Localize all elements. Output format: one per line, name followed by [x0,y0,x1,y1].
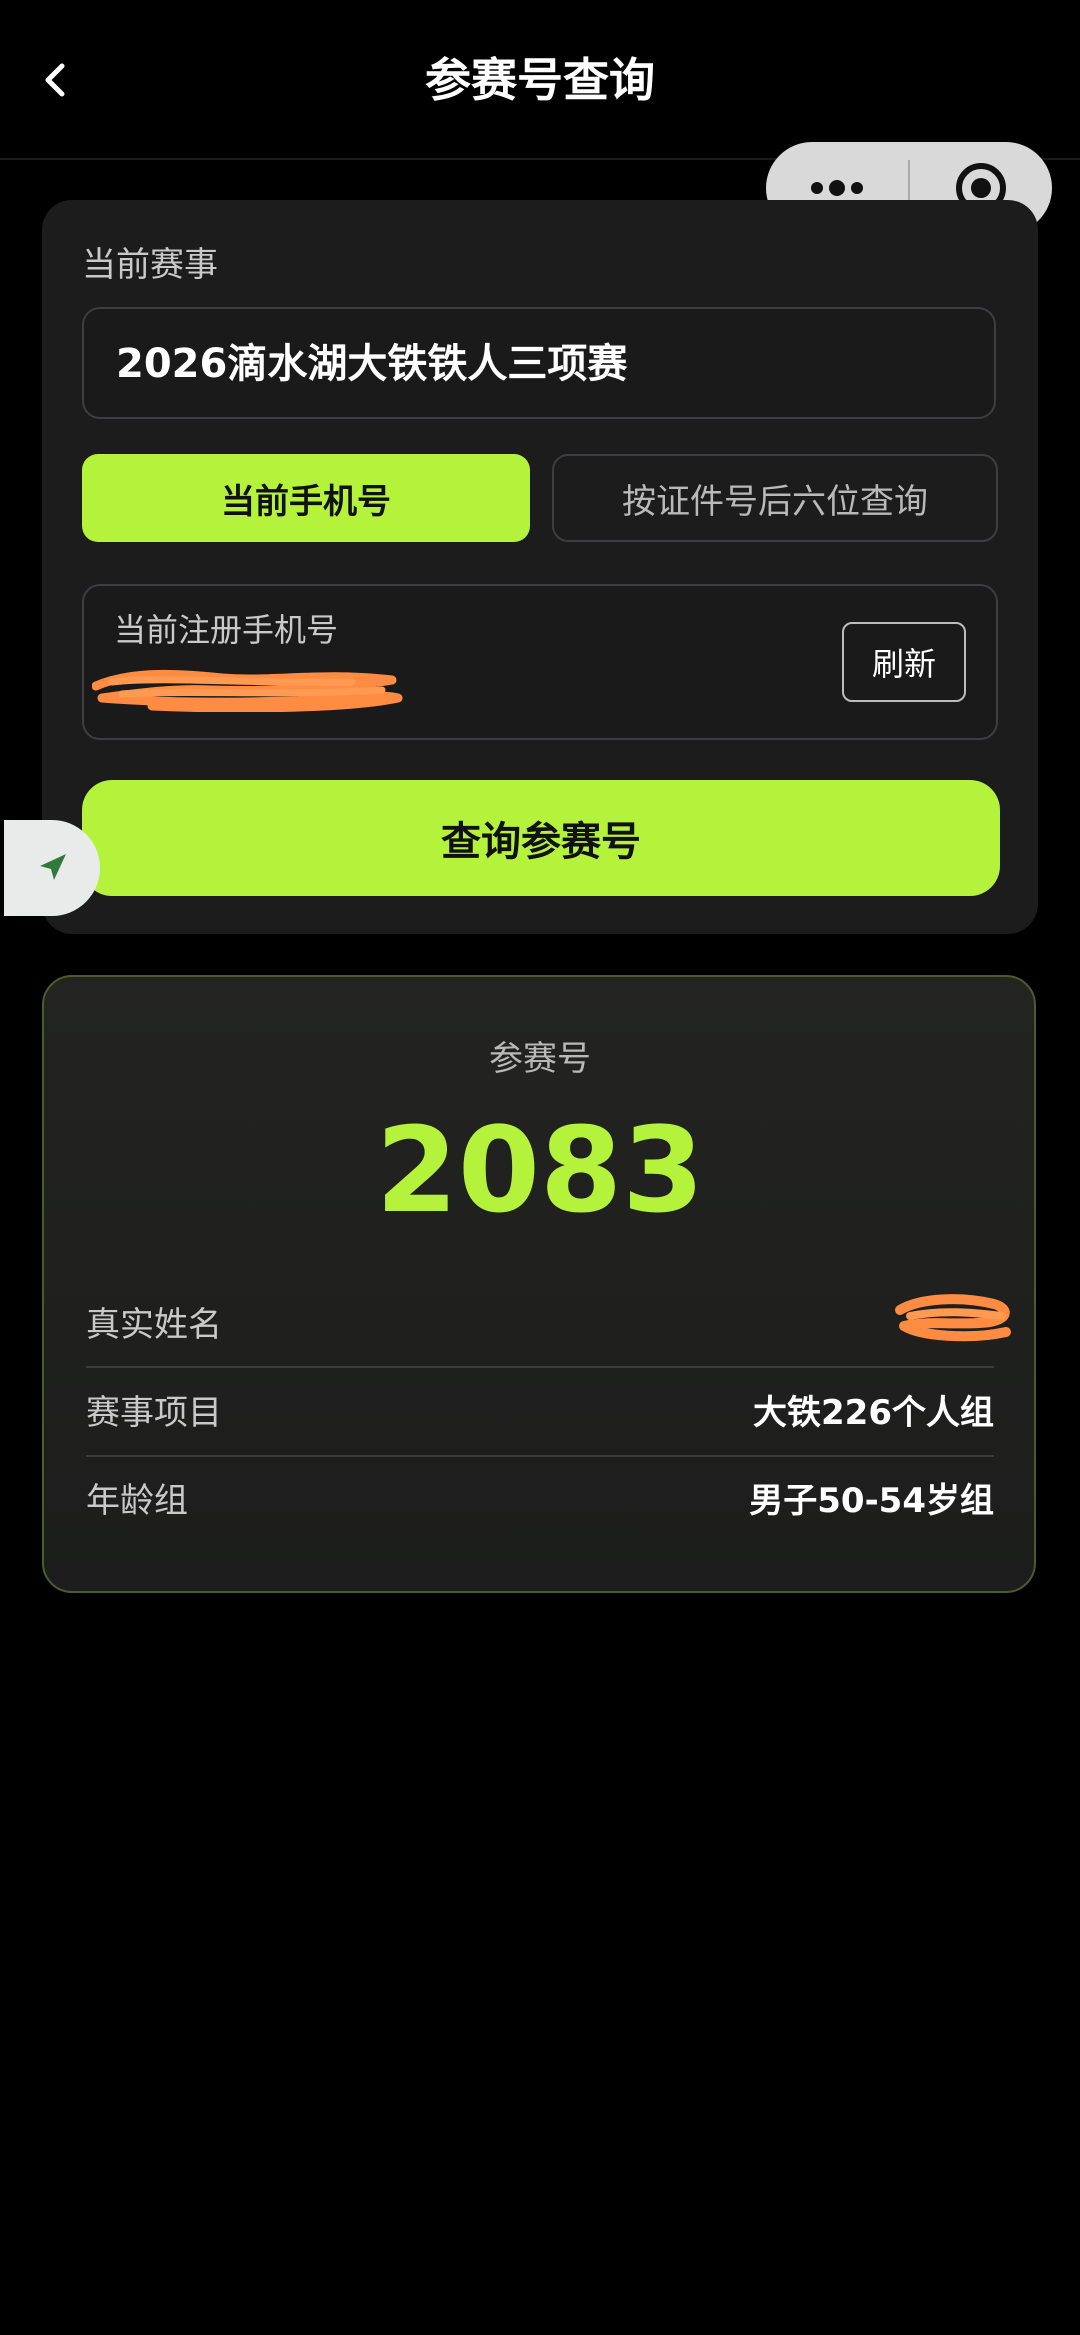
phone-redaction-scribble [92,669,403,712]
refresh-button[interactable]: 刷新 [842,622,966,702]
bib-label: 参赛号 [489,1039,591,1079]
event-item-value: 大铁226个人组 [753,1393,994,1433]
navigation-arrow-icon [40,854,66,880]
event-name: 2026滴水湖大铁铁人三项赛 [116,341,628,387]
bib-number: 2083 [375,1101,705,1239]
tab-id-last-six[interactable]: 按证件号后六位查询 [552,454,998,542]
age-group-value: 男子50-54岁组 [749,1481,994,1521]
tab-current-phone[interactable]: 当前手机号 [82,454,530,542]
more-dots-icon [811,180,863,196]
real-name-label: 真实姓名 [86,1305,222,1345]
query-bib-button[interactable]: 查询参赛号 [82,780,1000,896]
age-group-label: 年龄组 [86,1481,188,1521]
registered-phone-label: 当前注册手机号 [114,611,339,649]
row-divider [86,1366,994,1368]
current-event-label: 当前赛事 [82,245,218,285]
page-title: 参赛号查询 [425,53,655,107]
event-item-label: 赛事项目 [86,1393,222,1433]
floating-nav-button[interactable] [4,820,100,916]
row-divider [86,1455,994,1457]
name-redaction-scribble [895,1294,1011,1342]
